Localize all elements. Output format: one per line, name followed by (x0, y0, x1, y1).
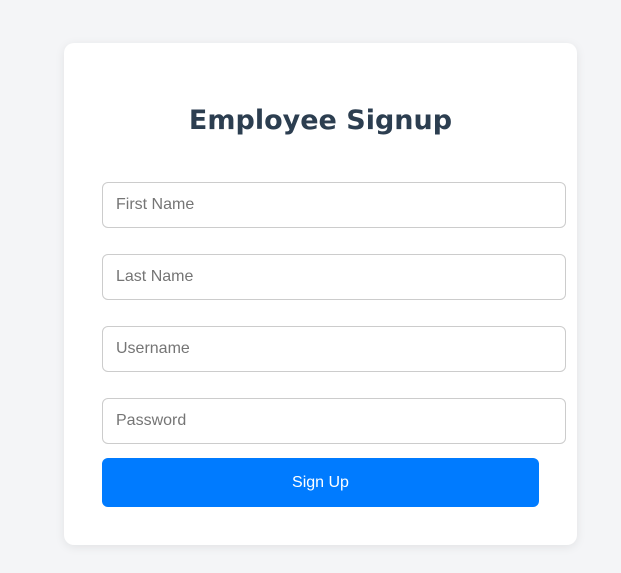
password-input[interactable] (102, 398, 566, 444)
username-input[interactable] (102, 326, 566, 372)
page-title: Employee Signup (188, 105, 453, 136)
sign-up-button[interactable]: Sign Up (102, 458, 539, 507)
last-name-input[interactable] (102, 254, 566, 300)
signup-card: Employee Signup Sign Up (64, 43, 577, 545)
first-name-input[interactable] (102, 182, 566, 228)
